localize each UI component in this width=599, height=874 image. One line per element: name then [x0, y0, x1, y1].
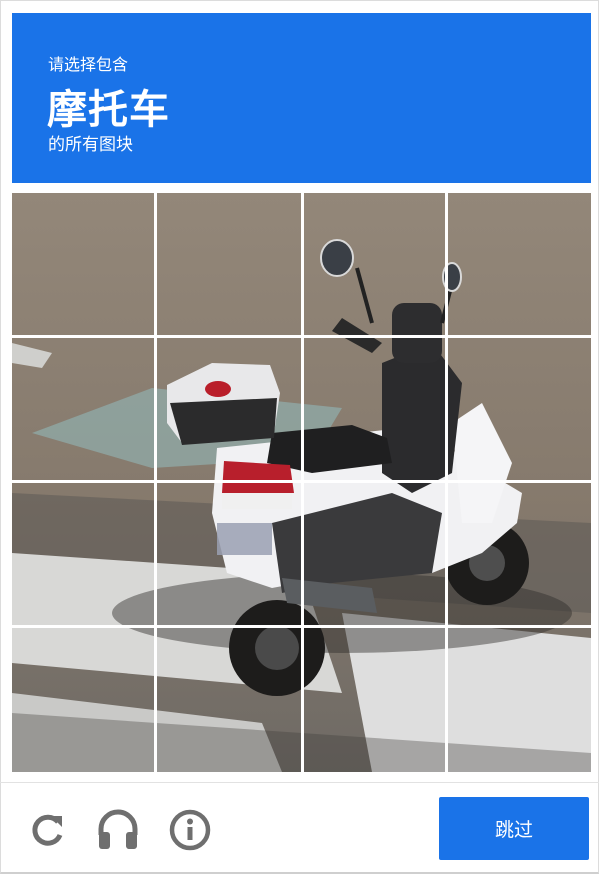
info-button[interactable]	[165, 805, 215, 855]
info-icon	[169, 809, 211, 851]
headphones-icon	[98, 809, 138, 849]
grid-tile-r2c4[interactable]	[448, 338, 591, 480]
target-object-label: 摩托车	[47, 87, 170, 133]
challenge-header: 请选择包含 摩托车 的所有图块	[12, 13, 591, 183]
grid-tile-r1c3[interactable]	[304, 193, 445, 335]
grid-tile-r3c4[interactable]	[448, 483, 591, 625]
grid-tile-r3c3[interactable]	[304, 483, 445, 625]
footer-divider	[0, 782, 599, 783]
grid-tile-r1c2[interactable]	[157, 193, 301, 335]
grid-tile-r2c1[interactable]	[12, 338, 154, 480]
audio-challenge-button[interactable]	[93, 805, 143, 855]
grid-tile-r3c2[interactable]	[157, 483, 301, 625]
instruction-suffix: 的所有图块	[48, 135, 133, 155]
grid-tile-r1c4[interactable]	[448, 193, 591, 335]
grid-divider	[12, 335, 591, 338]
grid-tile-r1c1[interactable]	[12, 193, 154, 335]
grid-tile-r4c3[interactable]	[304, 628, 445, 772]
grid-divider	[12, 625, 591, 628]
grid-tile-r4c4[interactable]	[448, 628, 591, 772]
grid-divider	[12, 480, 591, 483]
reload-button[interactable]	[22, 805, 72, 855]
grid-tile-r4c1[interactable]	[12, 628, 154, 772]
grid-tile-r2c3[interactable]	[304, 338, 445, 480]
grid-tile-r4c2[interactable]	[157, 628, 301, 772]
instruction-prefix: 请选择包含	[48, 55, 129, 74]
grid-tile-r2c2[interactable]	[157, 338, 301, 480]
reload-icon	[32, 814, 63, 846]
grid-tile-r3c1[interactable]	[12, 483, 154, 625]
skip-button[interactable]: 跳过	[439, 797, 589, 860]
image-grid	[12, 193, 591, 772]
